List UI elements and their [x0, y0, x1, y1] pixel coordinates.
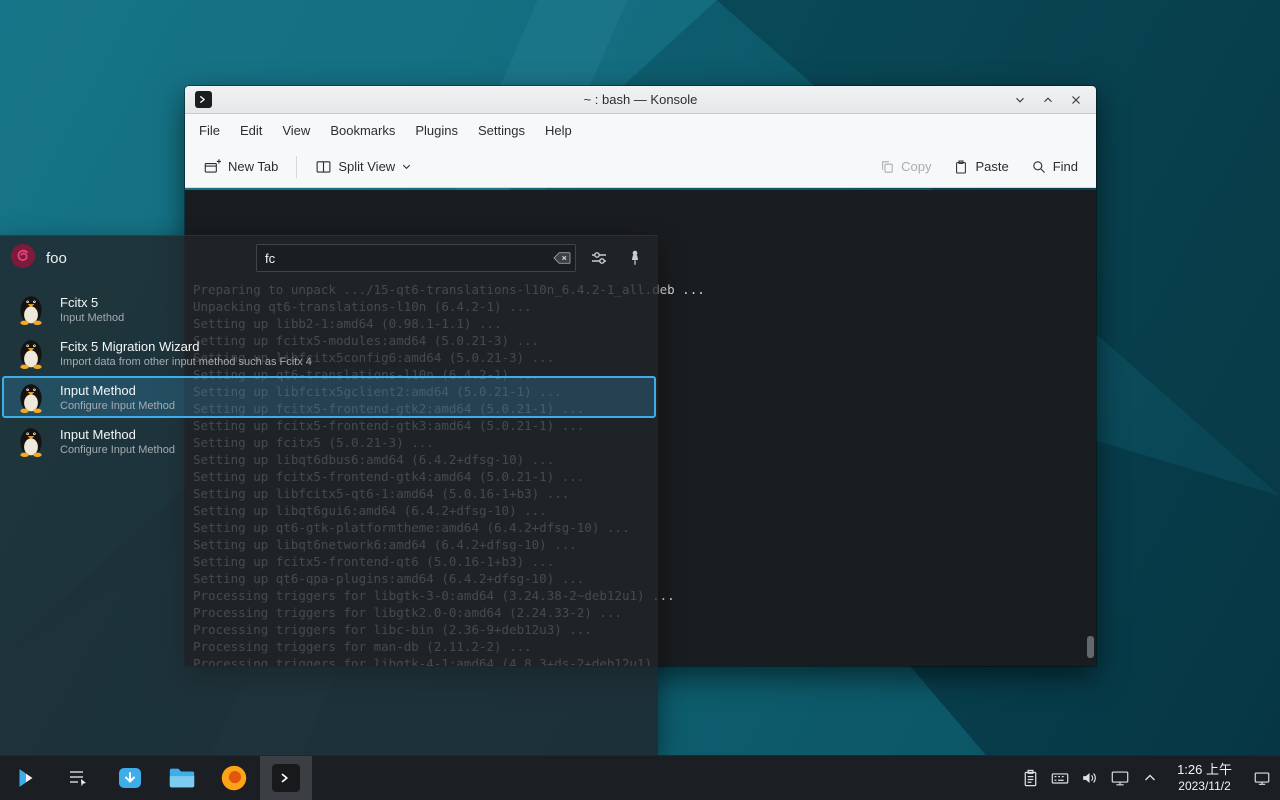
scrollbar-thumb[interactable] [1087, 636, 1094, 658]
firefox-button[interactable] [208, 756, 260, 800]
clipboard-icon[interactable] [1015, 756, 1045, 800]
result-item[interactable]: Fcitx 5 Input Method [2, 288, 656, 330]
file-manager-button[interactable] [156, 756, 208, 800]
tux-app-icon [14, 424, 48, 458]
window-title: ~ : bash — Konsole [185, 92, 1096, 107]
copy-icon [879, 159, 895, 175]
find-label: Find [1053, 159, 1078, 174]
result-item[interactable]: Input Method Configure Input Method [2, 376, 656, 418]
taskbar-spacer [312, 756, 1015, 800]
result-text: Fcitx 5 Migration Wizard Import data fro… [60, 339, 312, 368]
menu-item-edit[interactable]: Edit [230, 119, 272, 142]
taskbar: 1:26 上午 2023/11/2 [0, 755, 1280, 800]
split-view-label: Split View [338, 159, 395, 174]
copy-button[interactable]: Copy [871, 153, 939, 181]
chevron-down-icon [401, 161, 412, 172]
task-manager-button[interactable] [52, 756, 104, 800]
paste-button[interactable]: Paste [945, 153, 1016, 181]
input-method-icon[interactable] [1045, 756, 1075, 800]
task-manager-icon [66, 766, 90, 790]
terminal-scrollbar[interactable] [1085, 196, 1095, 664]
result-title: Fcitx 5 [60, 295, 124, 310]
result-title: Input Method [60, 427, 175, 442]
result-item[interactable]: Fcitx 5 Migration Wizard Import data fro… [2, 332, 656, 374]
pin-icon[interactable] [622, 245, 648, 271]
clock-date: 2023/11/2 [1178, 779, 1231, 795]
result-text: Input Method Configure Input Method [60, 427, 175, 456]
tux-app-icon [14, 380, 48, 414]
konsole-window-icon [195, 91, 212, 108]
result-text: Input Method Configure Input Method [60, 383, 175, 412]
search-options-icon[interactable] [586, 245, 612, 271]
tray-expand-icon[interactable] [1135, 756, 1165, 800]
find-icon [1031, 159, 1047, 175]
menu-item-file[interactable]: File [189, 119, 230, 142]
find-button[interactable]: Find [1023, 153, 1086, 181]
toolbar-separator [296, 156, 297, 178]
clock[interactable]: 1:26 上午 2023/11/2 [1165, 756, 1244, 800]
result-title: Input Method [60, 383, 175, 398]
menu-item-view[interactable]: View [272, 119, 320, 142]
result-subtitle: Input Method [60, 312, 124, 324]
volume-icon[interactable] [1075, 756, 1105, 800]
new-tab-label: New Tab [228, 159, 278, 174]
launcher-search-overlay: foo [0, 235, 658, 755]
new-tab-button[interactable]: New Tab [195, 152, 286, 181]
minimize-button[interactable] [1006, 87, 1034, 113]
menu-item-settings[interactable]: Settings [468, 119, 535, 142]
menu-item-bookmarks[interactable]: Bookmarks [320, 119, 405, 142]
firefox-icon [219, 763, 249, 793]
menu-bar: File Edit View Bookmarks Plugins Setting… [185, 114, 1096, 146]
result-title: Fcitx 5 Migration Wizard [60, 339, 312, 354]
launcher-brand: foo [46, 250, 67, 267]
launcher-header: foo [0, 236, 658, 280]
result-subtitle: Import data from other input method such… [60, 356, 312, 368]
clear-search-icon[interactable] [552, 250, 572, 266]
copy-label: Copy [901, 159, 931, 174]
folder-icon [167, 763, 197, 793]
tux-app-icon [14, 336, 48, 370]
close-button[interactable] [1062, 87, 1090, 113]
toolbar: New Tab Split View Copy Paste F [185, 146, 1096, 188]
maximize-button[interactable] [1034, 87, 1062, 113]
tux-app-icon [14, 292, 48, 326]
paste-icon [953, 159, 969, 175]
search-field [256, 244, 576, 272]
result-subtitle: Configure Input Method [60, 444, 175, 456]
result-item[interactable]: Input Method Configure Input Method [2, 420, 656, 462]
result-subtitle: Configure Input Method [60, 400, 175, 412]
app-launcher-button[interactable] [0, 756, 52, 800]
konsole-icon [271, 763, 301, 793]
discover-icon [116, 764, 144, 792]
clock-time: 1:26 上午 [1177, 762, 1232, 779]
discover-button[interactable] [104, 756, 156, 800]
search-input[interactable] [256, 244, 576, 272]
display-icon[interactable] [1105, 756, 1135, 800]
window-titlebar[interactable]: ~ : bash — Konsole [185, 86, 1096, 114]
paste-label: Paste [975, 159, 1008, 174]
search-results: Fcitx 5 Input Method [0, 280, 658, 462]
konsole-task-button[interactable] [260, 756, 312, 800]
menu-item-plugins[interactable]: Plugins [405, 119, 468, 142]
show-desktop-button[interactable] [1244, 756, 1280, 800]
result-text: Fcitx 5 Input Method [60, 295, 124, 324]
debian-logo-icon [10, 243, 36, 274]
app-launcher-icon [13, 765, 39, 791]
menu-item-help[interactable]: Help [535, 119, 582, 142]
split-view-button[interactable]: Split View [307, 152, 420, 181]
